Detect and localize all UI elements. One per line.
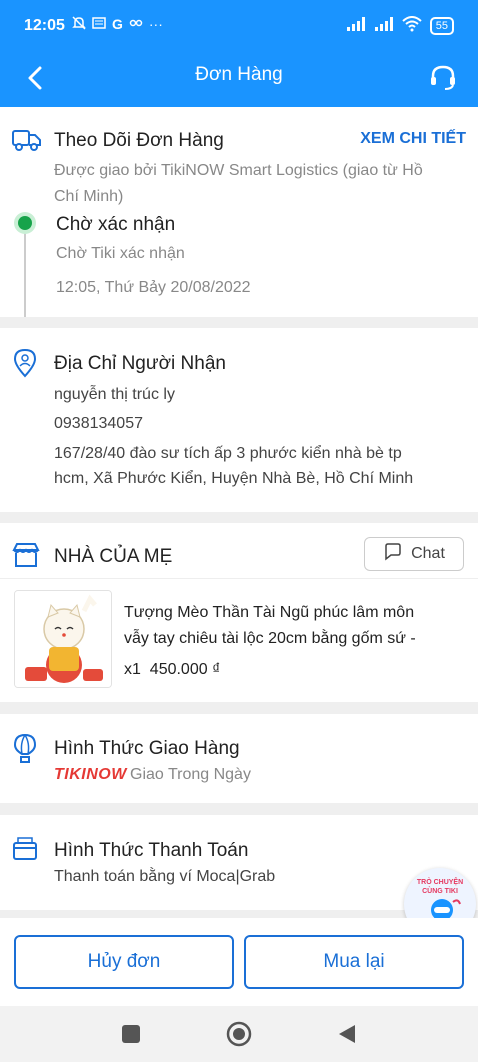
address-line1: 167/28/40 đào sư tích ấp 3 phước kiển nh…	[54, 445, 402, 462]
mute-icon	[72, 16, 86, 33]
carrier-text-line2: Chí Minh)	[54, 188, 124, 205]
tikinow-logo: TIKINOW	[54, 766, 127, 783]
shop-header-divider	[0, 578, 478, 579]
carrier-text-line1: Được giao bởi TikiNOW Smart Logistics (g…	[54, 162, 423, 179]
fab-label: TRÒ CHUYỆN CÙNG TIKI	[416, 879, 464, 895]
delivery-truck-icon	[12, 126, 42, 156]
delivery-desc: Giao Trong Ngày	[130, 766, 251, 783]
order-status-desc: Chờ Tiki xác nhận	[56, 245, 185, 262]
chat-label: Chat	[411, 545, 445, 562]
signal-icon-2	[374, 17, 394, 34]
cancel-order-button[interactable]: Hủy đơn	[14, 935, 234, 989]
app-bar: Đơn Hàng	[0, 50, 478, 107]
status-bar: 12:05 G ··· 55	[0, 0, 478, 50]
address-title: Địa Chỉ Người Nhận	[54, 353, 226, 374]
recent-apps-icon[interactable]	[121, 1024, 141, 1049]
rebuy-button[interactable]: Mua lại	[244, 935, 464, 989]
home-icon[interactable]	[226, 1021, 252, 1052]
system-nav-bar	[0, 1006, 478, 1062]
wifi-icon	[402, 16, 422, 35]
timeline-line	[24, 224, 26, 317]
chat-button[interactable]: Chat	[364, 537, 464, 571]
shop-name[interactable]: NHÀ CỦA MẸ	[54, 546, 172, 568]
payment-card-icon	[12, 836, 42, 866]
signal-icon	[346, 17, 366, 34]
payment-desc: Thanh toán bằng ví Moca|Grab	[54, 868, 276, 885]
product-title-line2[interactable]: vẫy tay chiêu tài lộc 20cm bằng gốm sứ -	[124, 630, 416, 648]
headset-support-icon[interactable]	[428, 62, 458, 92]
page-title: Đơn Hàng	[195, 64, 283, 85]
news-icon	[92, 16, 106, 33]
battery-icon: 55	[429, 16, 454, 35]
status-left-icons: G ···	[72, 16, 163, 33]
tracking-title: Theo Dõi Đơn Hàng	[54, 130, 224, 151]
view-details-link[interactable]: XEM CHI TIẾT	[360, 130, 466, 148]
delivery-title: Hình Thức Giao Hàng	[54, 738, 240, 759]
product-qty-price: x1 450.000 ₫	[124, 661, 221, 678]
recipient-name: nguyễn thị trúc ly	[54, 386, 175, 403]
address-line2: hcm, Xã Phước Kiển, Huyện Nhà Bè, Hồ Chí…	[54, 470, 414, 487]
location-pin-icon	[12, 348, 42, 378]
chat-bubble-icon	[383, 542, 403, 566]
link-icon	[129, 16, 143, 33]
back-nav-icon[interactable]	[337, 1023, 357, 1050]
status-dot-inner	[18, 216, 32, 230]
product-thumbnail[interactable]	[14, 590, 112, 688]
g-icon: G	[112, 16, 123, 32]
payment-title: Hình Thức Thanh Toán	[54, 840, 249, 861]
order-timestamp: 12:05, Thứ Bảy 20/08/2022	[56, 279, 251, 296]
more-dots-icon: ···	[148, 16, 163, 32]
product-title-line1[interactable]: Tượng Mèo Thần Tài Ngũ phúc lâm môn	[124, 604, 414, 622]
store-icon	[12, 542, 42, 572]
status-time: 12:05	[24, 17, 65, 34]
recipient-phone: 0938134057	[54, 415, 143, 432]
order-status: Chờ xác nhận	[56, 214, 176, 235]
status-right-icons: 55	[346, 16, 454, 35]
hot-air-balloon-icon	[12, 733, 42, 763]
